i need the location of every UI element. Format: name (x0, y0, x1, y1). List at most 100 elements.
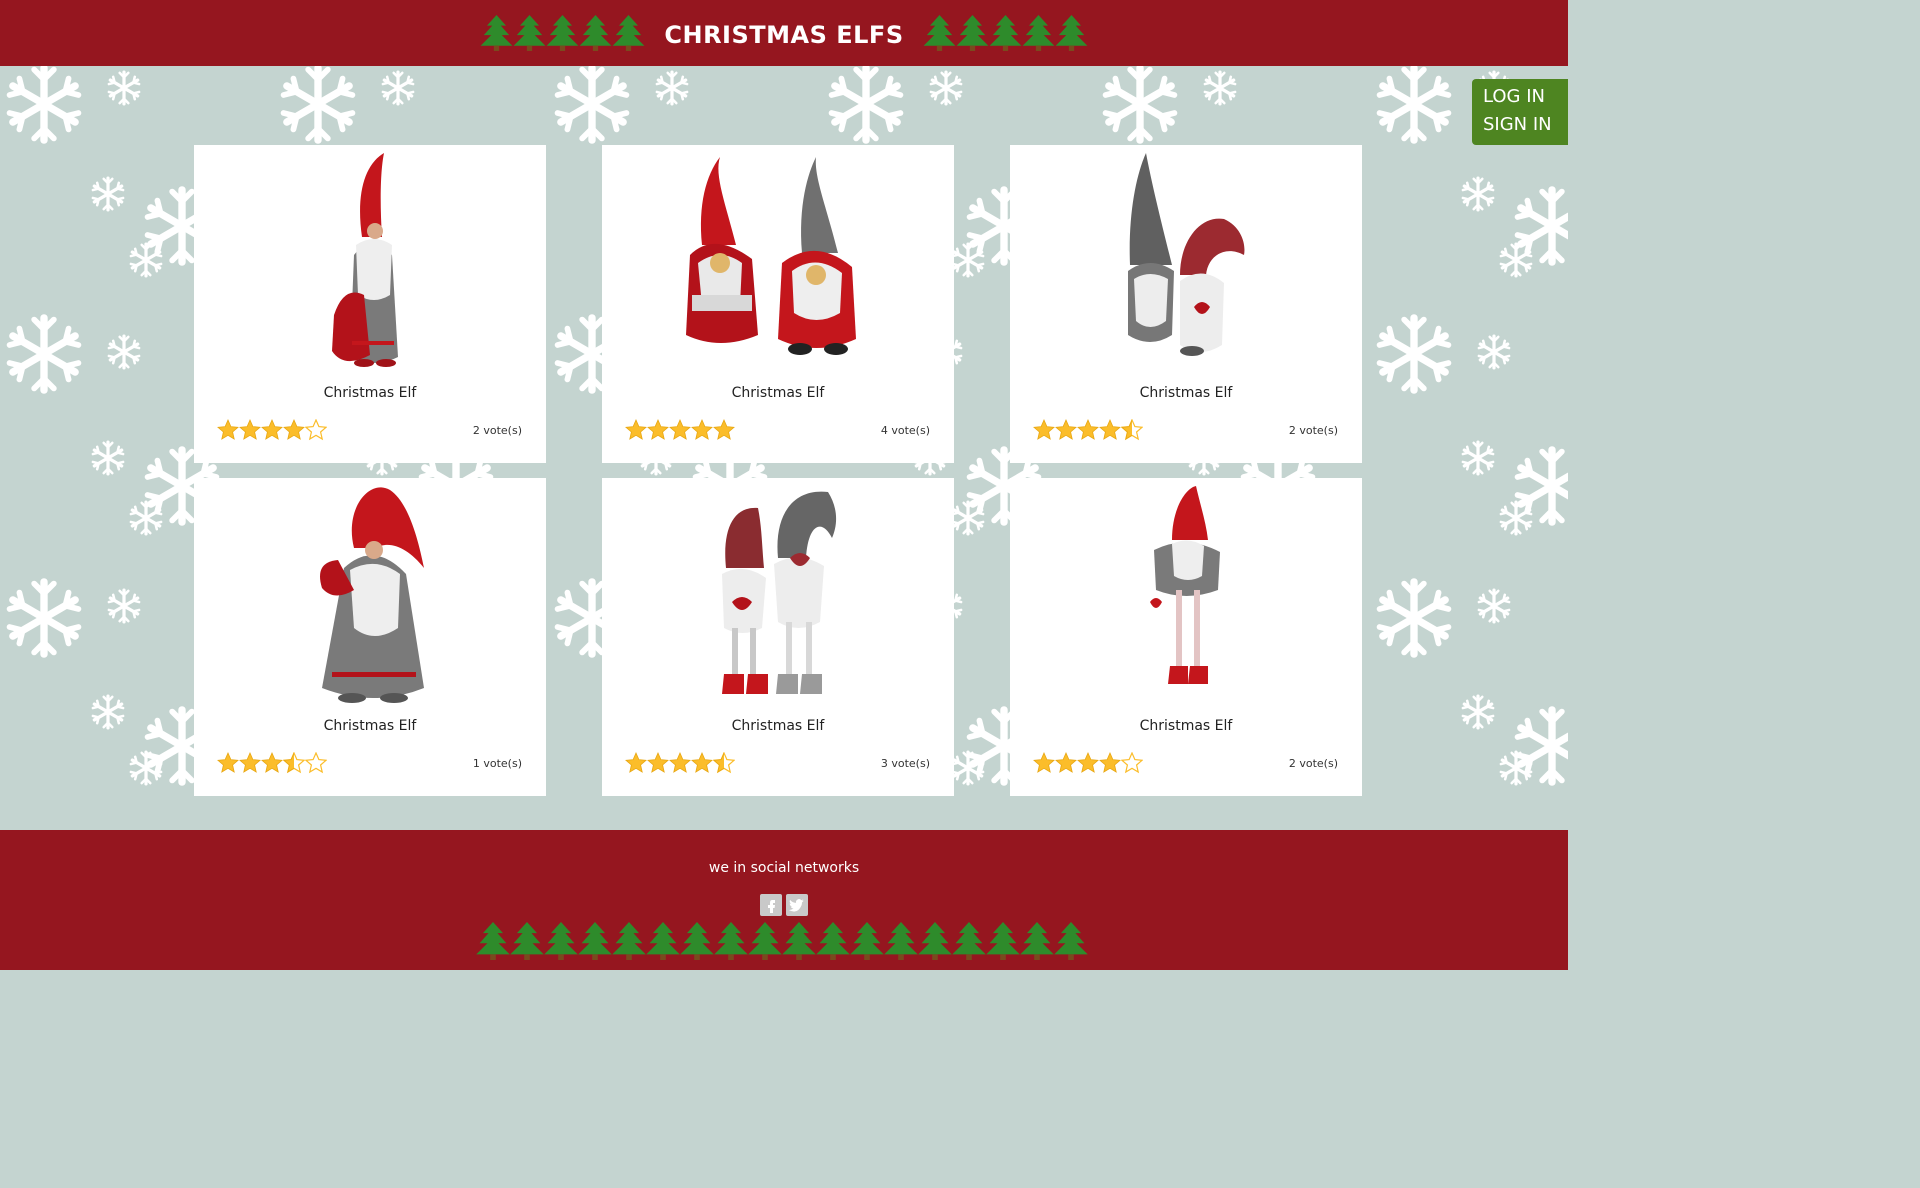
vote-count: 3 vote(s) (880, 757, 930, 770)
star-full-icon[interactable] (283, 419, 305, 441)
star-full-icon[interactable] (691, 419, 713, 441)
login-link[interactable]: LOG IN (1483, 83, 1568, 111)
social-networks-label: we in social networks (708, 860, 860, 876)
star-half-icon[interactable] (1121, 419, 1143, 441)
card-title[interactable]: Christmas Elf (602, 385, 954, 401)
star-full-icon[interactable] (669, 419, 691, 441)
star-full-icon[interactable] (691, 752, 713, 774)
star-full-icon[interactable] (217, 419, 239, 441)
christmas-tree-icon (1055, 15, 1087, 51)
star-full-icon[interactable] (1055, 419, 1077, 441)
star-full-icon[interactable] (261, 752, 283, 774)
star-half-icon[interactable] (283, 752, 305, 774)
site-title: CHRISTMAS ELFS (664, 21, 904, 49)
rating-stars[interactable] (217, 752, 327, 774)
star-full-icon[interactable] (1055, 752, 1077, 774)
vote-count: 2 vote(s) (472, 424, 522, 437)
vote-count: 2 vote(s) (1288, 424, 1338, 437)
christmas-tree-icon (480, 15, 513, 51)
star-full-icon[interactable] (1033, 752, 1055, 774)
elf-image[interactable] (602, 145, 954, 373)
christmas-tree-icon (510, 922, 544, 960)
rating-stars[interactable] (217, 419, 327, 441)
christmas-tree-icon (1054, 922, 1088, 960)
star-full-icon[interactable] (713, 419, 735, 441)
christmas-tree-icon (782, 922, 816, 960)
product-card[interactable]: Christmas Elf 2 vote(s) (1010, 145, 1362, 463)
product-card[interactable]: Christmas Elf 3 vote(s) (602, 478, 954, 796)
rating-stars[interactable] (625, 752, 735, 774)
christmas-tree-icon (986, 922, 1020, 960)
elf-image[interactable] (1010, 478, 1362, 706)
rating-stars[interactable] (1033, 752, 1143, 774)
signin-link[interactable]: SIGN IN (1483, 111, 1568, 139)
christmas-tree-icon (989, 15, 1021, 51)
star-full-icon[interactable] (647, 752, 669, 774)
christmas-tree-icon (612, 922, 646, 960)
christmas-tree-icon (918, 922, 952, 960)
star-full-icon[interactable] (1077, 752, 1099, 774)
christmas-tree-icon (952, 922, 986, 960)
card-title[interactable]: Christmas Elf (194, 718, 546, 734)
product-card[interactable]: Christmas Elf 2 vote(s) (1010, 478, 1362, 796)
star-full-icon[interactable] (1099, 752, 1121, 774)
christmas-tree-icon (680, 922, 714, 960)
vote-count: 4 vote(s) (880, 424, 930, 437)
star-empty-icon[interactable] (305, 419, 327, 441)
christmas-tree-icon (544, 922, 578, 960)
product-card[interactable]: Christmas Elf 1 vote(s) (194, 478, 546, 796)
vote-count: 2 vote(s) (1288, 757, 1338, 770)
christmas-tree-icon (816, 922, 850, 960)
vote-count: 1 vote(s) (472, 757, 522, 770)
twitter-icon[interactable] (786, 894, 808, 916)
social-links (760, 894, 808, 916)
card-title[interactable]: Christmas Elf (194, 385, 546, 401)
header-trees-left (480, 15, 645, 51)
facebook-icon[interactable] (760, 894, 782, 916)
christmas-tree-icon (646, 922, 680, 960)
star-full-icon[interactable] (1033, 419, 1055, 441)
christmas-tree-icon (578, 922, 612, 960)
star-full-icon[interactable] (239, 419, 261, 441)
header-trees-right (923, 15, 1088, 51)
elf-image[interactable] (194, 145, 546, 373)
christmas-tree-icon (476, 922, 510, 960)
star-full-icon[interactable] (647, 419, 669, 441)
star-full-icon[interactable] (217, 752, 239, 774)
elf-image[interactable] (602, 478, 954, 706)
footer-trees (476, 922, 1088, 960)
christmas-tree-icon (956, 15, 988, 51)
star-full-icon[interactable] (261, 419, 283, 441)
star-full-icon[interactable] (625, 419, 647, 441)
star-full-icon[interactable] (1099, 419, 1121, 441)
card-title[interactable]: Christmas Elf (1010, 385, 1362, 401)
auth-panel: LOG IN SIGN IN (1472, 79, 1568, 145)
christmas-tree-icon (1022, 15, 1054, 51)
star-full-icon[interactable] (1077, 419, 1099, 441)
rating-stars[interactable] (1033, 419, 1143, 441)
christmas-tree-icon (714, 922, 748, 960)
star-full-icon[interactable] (669, 752, 691, 774)
site-footer: we in social networks (0, 830, 1568, 970)
christmas-tree-icon (1020, 922, 1054, 960)
christmas-tree-icon (612, 15, 645, 51)
christmas-tree-icon (579, 15, 612, 51)
christmas-tree-icon (546, 15, 579, 51)
star-full-icon[interactable] (625, 752, 647, 774)
christmas-tree-icon (850, 922, 884, 960)
rating-stars[interactable] (625, 419, 735, 441)
card-title[interactable]: Christmas Elf (602, 718, 954, 734)
christmas-tree-icon (748, 922, 782, 960)
star-empty-icon[interactable] (305, 752, 327, 774)
elf-image[interactable] (194, 478, 546, 706)
product-card[interactable]: Christmas Elf 2 vote(s) (194, 145, 546, 463)
star-full-icon[interactable] (239, 752, 261, 774)
star-empty-icon[interactable] (1121, 752, 1143, 774)
christmas-tree-icon (513, 15, 546, 51)
star-half-icon[interactable] (713, 752, 735, 774)
elf-image[interactable] (1010, 145, 1362, 373)
christmas-tree-icon (884, 922, 918, 960)
card-title[interactable]: Christmas Elf (1010, 718, 1362, 734)
site-header: CHRISTMAS ELFS (0, 0, 1568, 66)
product-card[interactable]: Christmas Elf 4 vote(s) (602, 145, 954, 463)
